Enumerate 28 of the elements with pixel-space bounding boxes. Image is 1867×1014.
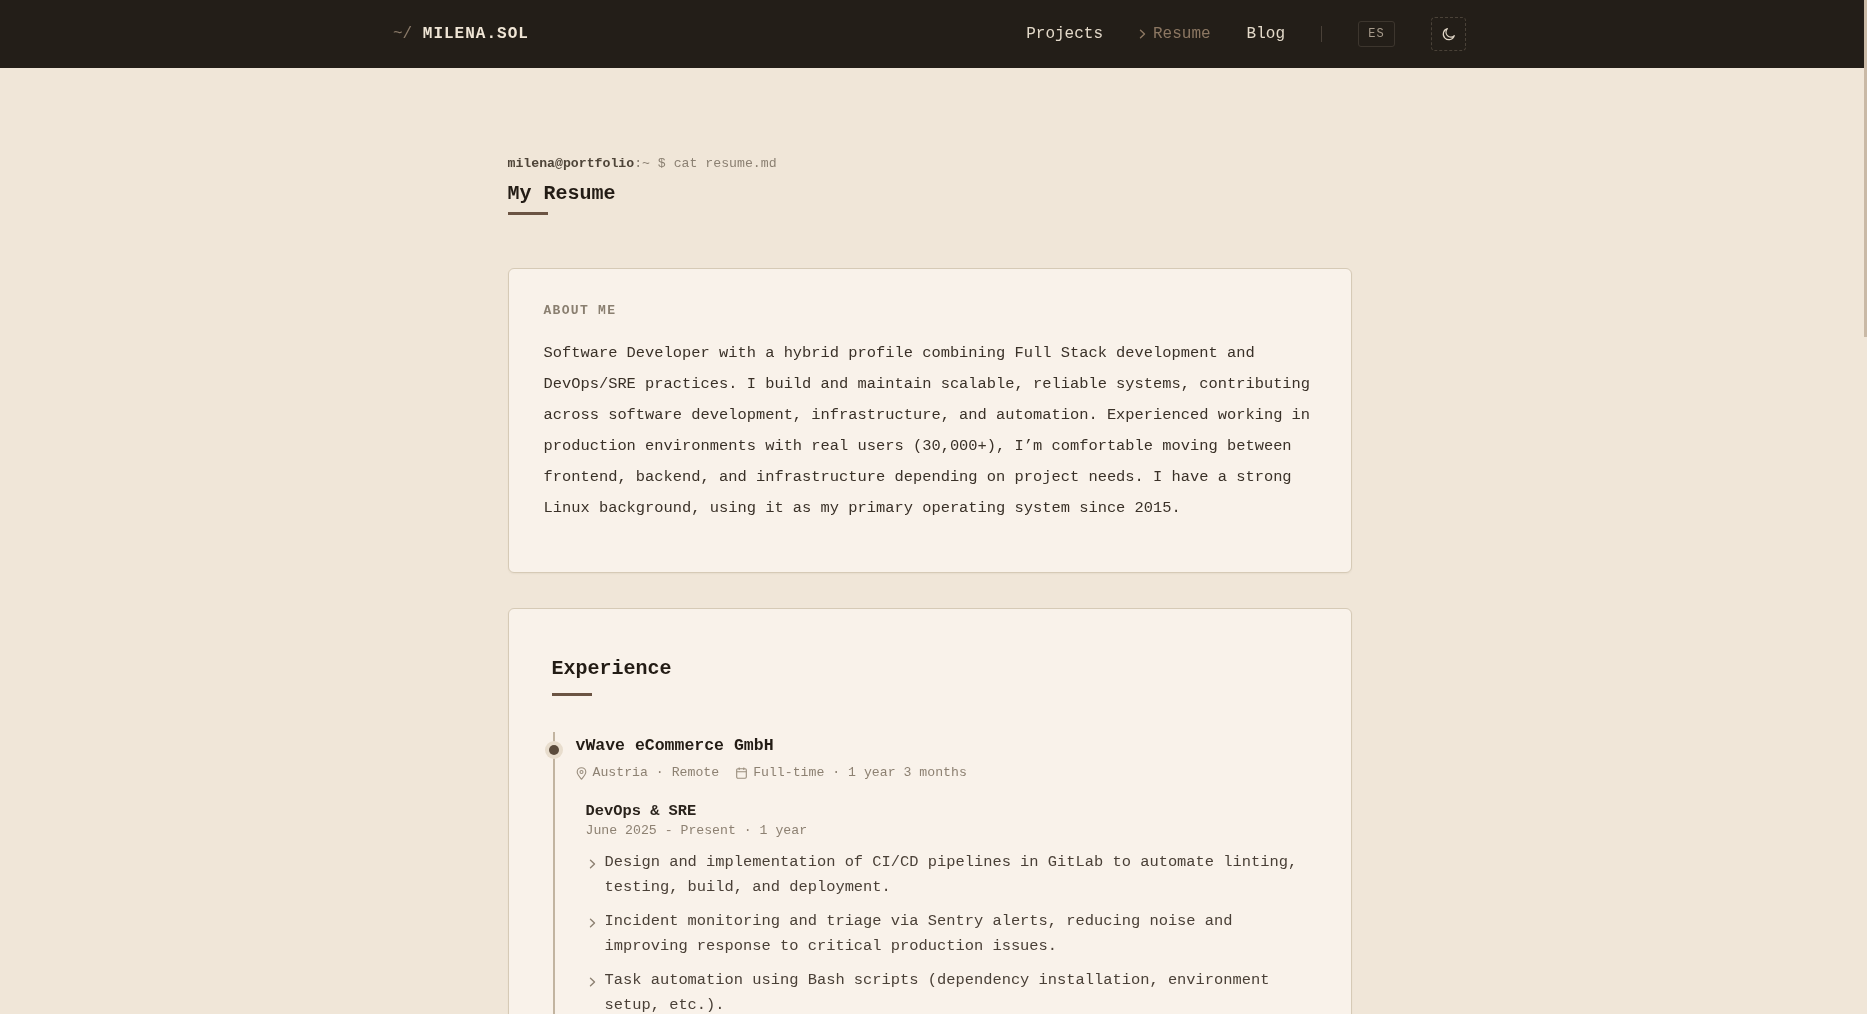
company-name: vWave eCommerce GmbH [575,735,774,757]
bullet-text: Task automation using Bash scripts (dependency installation, environment setup, etc.). [604,970,1271,1014]
calendar-icon [736,767,748,779]
bullet-text: Design and implementation of CI/CD pipelines in GitLab to automate linting, testing, build, and deployment. [604,852,1299,898]
scrollbar-thumb[interactable] [1864,0,1867,337]
chevron-icon [588,918,596,928]
logo-link[interactable]: ~/ MILENA.SOL [393,23,529,45]
employment-text: Full-time · 1 year 3 months [753,764,967,782]
terminal-prompt: milena@portfolio:~ $ cat resume.md [507,155,777,173]
section-title: Experience [551,656,672,682]
chevron-icon [1139,29,1146,39]
location-text: Austria · Remote [592,764,720,782]
role-period: June 2025 - Present · 1 year [585,822,808,840]
page-title: My Resume [507,181,616,207]
nav-link[interactable]: Blog [1246,23,1285,45]
chevron-icon [588,977,596,987]
moon-icon [1441,27,1456,41]
role-title: DevOps & SRE [585,801,697,822]
nav-link[interactable]: Projects [1026,23,1103,45]
about-paragraph: Software Developer with a hybrid profile combining Full Stack development and DevOps/SRE practices. I build and maintain scalable, reliable systems, contributing across software development, infrastructure, and automation. Experienced working in production environments with real users (30,000+), I’m comfortable moving between frontend, backend, and infrastructure depending on project needs. I have a strong Linux background, using it as my primary operating system since 2015. [543,343,1312,519]
timeline-dot-icon [544,741,563,759]
bullet-text: Incident monitoring and triage via Sentry alerts, reducing noise and improving response to critical production issues. [604,911,1234,957]
nav-link[interactable]: Resume [1139,23,1211,45]
theme-toggle-button[interactable] [1431,17,1466,51]
language-button[interactable]: ES [1358,21,1395,47]
section-label: ABOUT ME [543,302,617,320]
map-pin-icon [575,766,587,780]
chevron-icon [588,859,596,869]
